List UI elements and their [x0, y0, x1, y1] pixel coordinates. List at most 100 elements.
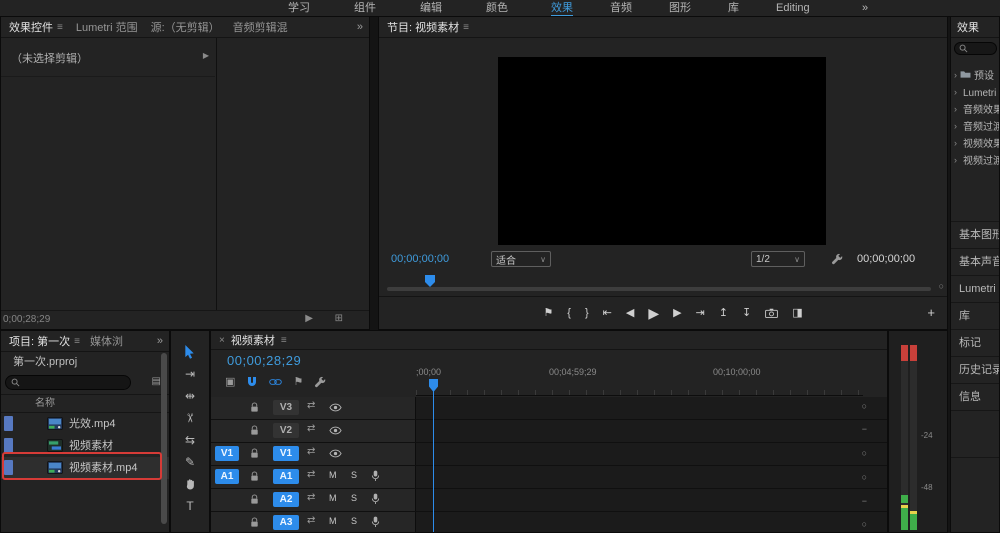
add-marker-icon[interactable]: ⚑	[293, 375, 303, 388]
lock-icon[interactable]	[249, 517, 260, 528]
timeline-timecode[interactable]: 00;00;28;29	[227, 353, 301, 368]
track-output-eye-icon[interactable]	[329, 426, 342, 435]
effects-bin[interactable]: › 音频过渡	[951, 117, 999, 134]
effects-bin[interactable]: › 音频效果	[951, 100, 999, 117]
insert-nest-icon[interactable]: ▣	[225, 375, 235, 388]
tab-info[interactable]: 信息	[951, 384, 999, 411]
workspace-tab-effects[interactable]: 效果	[551, 1, 573, 17]
program-playhead[interactable]	[425, 275, 435, 287]
voiceover-mic-icon[interactable]	[371, 470, 380, 482]
voiceover-mic-icon[interactable]	[371, 493, 380, 505]
sync-lock-icon[interactable]: ⇄	[307, 446, 315, 457]
lock-icon[interactable]	[249, 402, 260, 413]
tab-lumetri-color[interactable]: Lumetri 颜色	[951, 276, 999, 303]
chevron-right-icon[interactable]: ›	[954, 70, 957, 80]
search-input[interactable]	[24, 376, 128, 391]
playback-resolution-dropdown[interactable]: 1/2 ∨	[751, 251, 805, 267]
solo-button[interactable]: S	[351, 470, 357, 480]
step-forward-button[interactable]: ▶	[673, 308, 681, 319]
tab-history[interactable]: 历史记录	[951, 357, 999, 384]
effects-bin[interactable]: › 预设	[951, 66, 999, 83]
list-view-icon[interactable]: ▤	[152, 376, 161, 387]
tab-effects[interactable]: 效果	[957, 19, 979, 35]
expander-icon[interactable]: ▶	[203, 51, 209, 60]
mark-out-button[interactable]: }	[585, 308, 589, 319]
track-content[interactable]	[416, 397, 887, 419]
workspace-tab-assembly[interactable]: 组件	[354, 1, 376, 15]
meter-clip-indicator[interactable]	[910, 345, 917, 361]
extract-button[interactable]: ↧	[742, 308, 751, 319]
sync-lock-icon[interactable]: ⇄	[307, 515, 315, 526]
name-column-header[interactable]: 名称	[1, 394, 169, 413]
label-color-chip[interactable]	[4, 438, 13, 453]
go-to-in-button[interactable]: ⇤	[603, 308, 612, 319]
go-to-out-button[interactable]: ⇥	[696, 308, 705, 319]
track-content[interactable]	[416, 466, 887, 488]
track-target-button[interactable]: V2	[273, 423, 299, 438]
slip-tool[interactable]: ⇆	[171, 429, 209, 451]
tab-effect-controls[interactable]: 效果控件 ≡	[9, 19, 63, 35]
track-resize-handle-icon[interactable]: ○	[862, 401, 867, 411]
panel-menu-icon[interactable]: ≡	[281, 335, 287, 346]
scrollbar-handle-icon[interactable]: ○	[939, 281, 944, 291]
tab-overflow-icon[interactable]: »	[157, 335, 163, 347]
tab-sequence[interactable]: 视频素材	[231, 332, 275, 348]
tab-essential-graphics[interactable]: 基本图形	[951, 222, 999, 249]
tab-markers[interactable]: 标记	[951, 330, 999, 357]
chevron-right-icon[interactable]: ›	[954, 138, 957, 148]
solo-button[interactable]: S	[351, 493, 357, 503]
track-output-eye-icon[interactable]	[329, 449, 342, 458]
step-back-button[interactable]: ◀	[626, 308, 634, 319]
tab-project[interactable]: 项目: 第一次 ≡	[9, 333, 80, 349]
button-editor-plus[interactable]: +	[927, 305, 935, 320]
track-target-button[interactable]: V3	[273, 400, 299, 415]
solo-button[interactable]: S	[351, 516, 357, 526]
pen-tool[interactable]: ✎	[171, 451, 209, 473]
lock-icon[interactable]	[249, 494, 260, 505]
snap-magnet-icon[interactable]	[246, 376, 258, 388]
type-tool[interactable]: T	[171, 495, 209, 517]
effects-bin[interactable]: › 视频过渡	[951, 151, 999, 168]
workspace-tab-graphics[interactable]: 图形	[669, 1, 691, 15]
search-box[interactable]	[5, 375, 131, 390]
timeline-settings-wrench-icon[interactable]	[314, 376, 326, 388]
mute-button[interactable]: M	[329, 470, 337, 480]
track-resize-handle-icon[interactable]: −	[862, 496, 867, 506]
play-audio-icon[interactable]: ▶	[305, 313, 313, 324]
program-scrubber[interactable]	[387, 287, 931, 291]
effects-bin[interactable]: › 视频效果	[951, 134, 999, 151]
play-button[interactable]: ▶	[648, 306, 659, 320]
mute-button[interactable]: M	[329, 516, 337, 526]
workspace-tab-editing-en[interactable]: Editing	[776, 1, 810, 15]
project-file-name[interactable]: 第一次.prproj	[1, 352, 169, 372]
sync-lock-icon[interactable]: ⇄	[307, 423, 315, 434]
export-frame-camera-icon[interactable]	[765, 308, 778, 318]
track-resize-handle-icon[interactable]: −	[862, 424, 867, 434]
linked-selection-icon[interactable]	[269, 378, 282, 386]
workspace-tab-libraries[interactable]: 库	[728, 1, 739, 15]
ripple-edit-tool[interactable]: ⇹	[171, 385, 209, 407]
tab-libraries[interactable]: 库	[951, 303, 999, 330]
tab-program-monitor[interactable]: 节目: 视频素材 ≡	[387, 19, 469, 35]
workspace-tab-editing-cn[interactable]: 编辑	[420, 1, 442, 15]
lift-button[interactable]: ↥	[719, 308, 728, 319]
zoom-level-dropdown[interactable]: 适合 ∨	[491, 251, 551, 267]
comparison-view-button[interactable]: ◨	[792, 308, 802, 319]
mute-button[interactable]: M	[329, 493, 337, 503]
lock-icon[interactable]	[249, 425, 260, 436]
source-patch-button[interactable]: A1	[215, 469, 239, 484]
add-marker-button[interactable]: ⚑	[543, 308, 553, 319]
track-content[interactable]	[416, 512, 887, 533]
project-scrollbar[interactable]	[161, 353, 167, 524]
track-target-button[interactable]: A1	[273, 469, 299, 484]
project-item-row[interactable]: 光效.mp4	[1, 413, 169, 435]
search-box[interactable]	[954, 42, 997, 55]
timeline-ruler[interactable]: ;00;00 00;04;59;29 00;10;00;00	[416, 365, 863, 396]
track-resize-handle-icon[interactable]: ○	[862, 519, 867, 529]
chevron-right-icon[interactable]: ›	[954, 87, 957, 97]
panel-menu-icon[interactable]: ≡	[74, 336, 80, 347]
workspace-tab-color[interactable]: 颜色	[486, 1, 508, 15]
effects-bin[interactable]: › Lumetri 预设	[951, 83, 999, 100]
chevron-right-icon[interactable]: ›	[954, 104, 957, 114]
chevron-right-icon[interactable]: ›	[954, 121, 957, 131]
